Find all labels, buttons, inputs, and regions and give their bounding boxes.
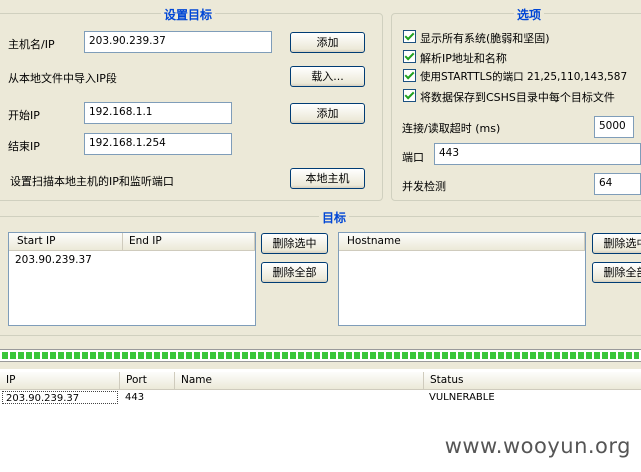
start-ip-input[interactable]: 192.168.1.1	[84, 102, 232, 124]
hostname-list[interactable]: Hostname	[338, 232, 586, 326]
result-port-cell: 443	[125, 392, 145, 403]
save-data-label: 将数据保存到CSHS目录中每个目标文件	[420, 91, 615, 104]
options-title: 选项	[514, 6, 545, 23]
table-row[interactable]: 203.90.239.37 443 VULNERABLE	[0, 391, 641, 404]
ip-range-list[interactable]: Start IP End IP 203.90.239.37	[8, 232, 256, 326]
port-label: 端口	[402, 151, 424, 164]
scan-progress-bar	[0, 349, 641, 362]
delete-selected-ip-button[interactable]: 删除选中	[261, 233, 328, 254]
result-status-cell: VULNERABLE	[429, 392, 495, 403]
column-header-end-ip[interactable]: End IP	[123, 233, 255, 250]
watermark: www.wooyun.org	[444, 434, 631, 458]
resolve-label: 解析IP地址和名称	[420, 52, 507, 65]
ip-range-row-start[interactable]: 203.90.239.37	[15, 254, 92, 266]
import-label: 从本地文件中导入IP段	[8, 72, 117, 85]
column-header-start-ip[interactable]: Start IP	[11, 233, 123, 250]
timeout-label: 连接/读取超时 (ms)	[402, 122, 501, 135]
starttls-label: 使用STARTTLS的端口 21,25,110,143,587	[420, 71, 628, 83]
ip-range-list-header: Start IP End IP	[9, 233, 255, 251]
local-host-button[interactable]: 本地主机	[290, 168, 365, 189]
starttls-checkbox[interactable]	[403, 69, 416, 82]
start-ip-label: 开始IP	[8, 109, 40, 122]
delete-all-ip-button[interactable]: 删除全部	[261, 262, 328, 283]
show-all-checkbox[interactable]	[403, 30, 416, 43]
result-ip-cell: 203.90.239.37	[2, 391, 118, 404]
delete-all-host-button[interactable]: 删除全部	[592, 262, 641, 283]
add-host-button[interactable]: 添加	[290, 32, 365, 53]
hostname-input[interactable]: 203.90.239.37	[84, 31, 272, 53]
add-range-button[interactable]: 添加	[290, 103, 365, 124]
hostname-label: 主机名/IP	[8, 38, 55, 51]
column-header-port[interactable]: Port	[120, 372, 175, 389]
column-header-hostname[interactable]: Hostname	[341, 233, 585, 250]
result-name-cell	[177, 391, 424, 404]
delete-selected-host-button[interactable]: 删除选中	[592, 233, 641, 254]
show-all-label: 显示所有系统(脆弱和坚固)	[420, 32, 550, 45]
port-input[interactable]: 443	[434, 143, 641, 165]
column-header-ip[interactable]: IP	[0, 372, 120, 389]
timeout-input[interactable]: 5000	[594, 116, 634, 138]
hostname-list-header: Hostname	[339, 233, 585, 251]
resolve-checkbox[interactable]	[403, 50, 416, 63]
scan-progress-fill	[2, 352, 639, 359]
local-scan-label: 设置扫描本地主机的IP和监听端口	[10, 175, 174, 188]
end-ip-label: 结束IP	[8, 140, 40, 153]
end-ip-input[interactable]: 192.168.1.254	[84, 133, 232, 155]
targets-title: 目标	[319, 209, 350, 226]
save-data-checkbox[interactable]	[403, 89, 416, 102]
column-header-status[interactable]: Status	[424, 372, 641, 389]
load-file-button[interactable]: 载入...	[290, 66, 365, 87]
column-header-name[interactable]: Name	[175, 372, 424, 389]
results-header: IP Port Name Status	[0, 372, 641, 390]
set-target-title: 设置目标	[161, 6, 216, 23]
concurrency-input[interactable]: 64	[594, 173, 641, 195]
concurrency-label: 并发检测	[402, 180, 446, 193]
